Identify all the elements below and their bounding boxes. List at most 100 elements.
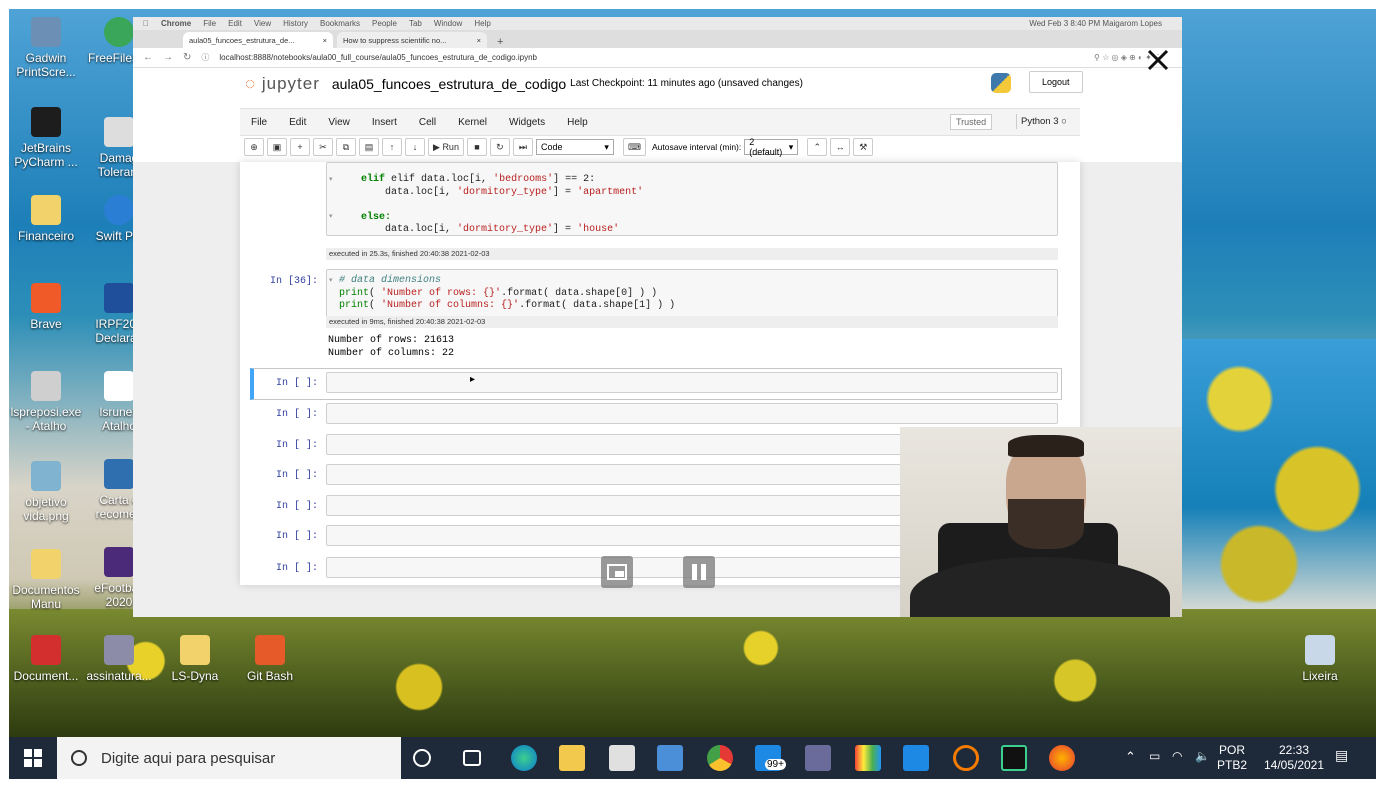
menubar-help[interactable]: Help xyxy=(474,19,490,28)
file-explorer-icon[interactable] xyxy=(559,745,585,771)
notification-icon[interactable]: ▤ xyxy=(1335,748,1348,763)
desktop-icon-objetivo[interactable]: objetivo vida.png xyxy=(10,461,82,523)
back-icon[interactable]: ← xyxy=(143,52,153,63)
move-up-icon[interactable]: ↑ xyxy=(382,138,402,156)
task-view-icon[interactable] xyxy=(463,750,481,766)
menu-widgets[interactable]: Widgets xyxy=(498,117,556,128)
app-icon[interactable] xyxy=(805,745,831,771)
tab-notebook[interactable]: aula05_funcoes_estrutura_de... × xyxy=(183,32,333,48)
logout-button[interactable]: Logout xyxy=(1029,71,1083,93)
pause-button[interactable] xyxy=(683,556,715,588)
desktop-icon-documentos-manu[interactable]: Documentos Manu xyxy=(10,549,82,611)
menubar-edit[interactable]: Edit xyxy=(228,19,242,28)
info-icon[interactable]: ⓘ xyxy=(201,52,209,63)
menu-help[interactable]: Help xyxy=(556,117,599,128)
cell-type-select[interactable]: Code ▾ xyxy=(535,139,614,155)
clock[interactable]: 22:33 14/05/2021 xyxy=(1261,743,1327,773)
desktop-icon-lsdyna[interactable]: LS-Dyna xyxy=(159,635,231,683)
desktop-icon-financeiro[interactable]: Financeiro xyxy=(10,195,82,243)
battery-icon[interactable]: ▭ xyxy=(1149,749,1160,764)
code-cell-36[interactable]: ▾ # data dimensions print( 'Number of ro… xyxy=(326,269,1058,317)
wifi-icon[interactable]: ◠ xyxy=(1172,749,1182,764)
desktop-icon-lspreposi[interactable]: lspreposi.exe - Atalho xyxy=(10,371,82,433)
menubar-file[interactable]: File xyxy=(203,19,216,28)
jupyter-logo[interactable]: ◌ jupyter xyxy=(245,74,320,94)
collapse-up-icon[interactable]: ⌃ xyxy=(807,138,828,156)
jupyter-app-icon[interactable] xyxy=(953,745,979,771)
run-button[interactable]: ▶ Run xyxy=(428,138,464,156)
cut-icon[interactable]: ✂ xyxy=(313,138,333,156)
fold-arrow-icon[interactable]: ▾ xyxy=(329,212,333,220)
desktop-icon-assinatura[interactable]: assinatura... xyxy=(83,635,155,683)
menu-view[interactable]: View xyxy=(317,117,361,128)
edge-icon[interactable] xyxy=(511,745,537,771)
firefox-icon[interactable] xyxy=(1049,745,1075,771)
desktop-icon-gadwin[interactable]: Gadwin PrintScre... xyxy=(10,17,82,79)
empty-code-cell-2[interactable] xyxy=(326,403,1058,424)
empty-code-cell-1[interactable] xyxy=(326,372,1058,393)
menu-cell[interactable]: Cell xyxy=(408,117,447,128)
picture-in-picture-button[interactable] xyxy=(601,556,633,588)
document-icon xyxy=(104,117,134,147)
chevron-down-icon: ▾ xyxy=(788,141,794,152)
vscode-icon[interactable] xyxy=(903,745,929,771)
paste-icon[interactable]: ▤ xyxy=(359,138,379,156)
menu-kernel[interactable]: Kernel xyxy=(447,117,498,128)
desktop-icon-gitbash[interactable]: Git Bash xyxy=(234,635,306,683)
move-down-icon[interactable]: ↓ xyxy=(405,138,425,156)
menubar-chrome[interactable]: Chrome xyxy=(161,19,191,28)
paint-icon[interactable] xyxy=(855,745,881,771)
trusted-indicator[interactable]: Trusted xyxy=(950,114,993,130)
reload-icon[interactable]: ↻ xyxy=(183,52,191,63)
desktop-icon-lixeira[interactable]: Lixeira xyxy=(1284,635,1356,683)
menubar-tab[interactable]: Tab xyxy=(409,19,422,28)
keyboard-icon[interactable]: ⌨ xyxy=(622,138,646,156)
menubar-history[interactable]: History xyxy=(283,19,308,28)
cell-type-value: Code xyxy=(540,142,563,152)
chrome-icon[interactable] xyxy=(707,745,733,771)
stop-icon[interactable]: ■ xyxy=(466,138,487,156)
new-tab-icon[interactable]: + xyxy=(491,36,509,48)
kernel-indicator[interactable]: Python 3 ○ xyxy=(1016,114,1071,129)
save-icon[interactable]: ⊕ xyxy=(244,138,264,156)
desktop-wallpaper-trees xyxy=(1181,309,1376,609)
mail-icon[interactable]: 99+ xyxy=(755,745,786,771)
restart-icon[interactable]: ↻ xyxy=(489,138,510,156)
desktop-icon-brave[interactable]: Brave xyxy=(10,283,82,331)
menubar-view[interactable]: View xyxy=(254,19,271,28)
code-cell-1[interactable]: elif elif data.loc[i, 'bedrooms'] == 2: … xyxy=(326,162,1058,236)
close-icon[interactable]: × xyxy=(323,36,327,45)
url-field[interactable]: localhost:8888/notebooks/aula00_full_cou… xyxy=(219,53,537,62)
close-icon[interactable]: × xyxy=(477,36,481,45)
start-button[interactable] xyxy=(9,737,57,779)
volume-icon[interactable]: 🔈 xyxy=(1195,749,1210,764)
menu-insert[interactable]: Insert xyxy=(361,117,408,128)
desktop-icon-document-pdf[interactable]: Document... xyxy=(10,635,82,683)
store-icon[interactable] xyxy=(657,745,683,771)
expand-width-icon[interactable]: ↔ xyxy=(830,138,851,156)
pycharm-taskbar-icon[interactable] xyxy=(1001,745,1027,771)
taskbar-search-box[interactable]: Digite aqui para pesquisar xyxy=(57,737,401,779)
hammer-icon[interactable]: ⚒ xyxy=(853,138,874,156)
menu-file[interactable]: File xyxy=(240,117,278,128)
fast-forward-icon[interactable]: ⏭ xyxy=(512,138,533,156)
fold-arrow-icon[interactable]: ▾ xyxy=(329,276,333,284)
fold-arrow-icon[interactable]: ▾ xyxy=(329,175,333,183)
save-checkpoint-button[interactable]: ▣ xyxy=(267,138,287,156)
autosave-select[interactable]: 2 (default) ▾ xyxy=(744,137,799,157)
notepad-icon[interactable] xyxy=(609,745,635,771)
insert-cell-button[interactable]: + xyxy=(290,138,310,156)
menubar-bookmarks[interactable]: Bookmarks xyxy=(320,19,360,28)
forward-icon[interactable]: → xyxy=(163,52,173,63)
cortana-icon[interactable] xyxy=(413,749,431,767)
close-overlay-button[interactable] xyxy=(1139,41,1177,79)
copy-icon[interactable]: ⧉ xyxy=(336,138,356,156)
tray-chevron-icon[interactable]: ⌃ xyxy=(1125,749,1136,764)
notebook-title[interactable]: aula05_funcoes_estrutura_de_codigo xyxy=(332,76,566,92)
menubar-window[interactable]: Window xyxy=(434,19,462,28)
menu-edit[interactable]: Edit xyxy=(278,117,317,128)
menubar-people[interactable]: People xyxy=(372,19,397,28)
desktop-icon-pycharm[interactable]: JetBrains PyCharm ... xyxy=(10,107,82,169)
tab-stackoverflow[interactable]: How to suppress scientific no... × xyxy=(337,32,487,48)
language-indicator[interactable]: POR PTB2 xyxy=(1217,743,1247,773)
